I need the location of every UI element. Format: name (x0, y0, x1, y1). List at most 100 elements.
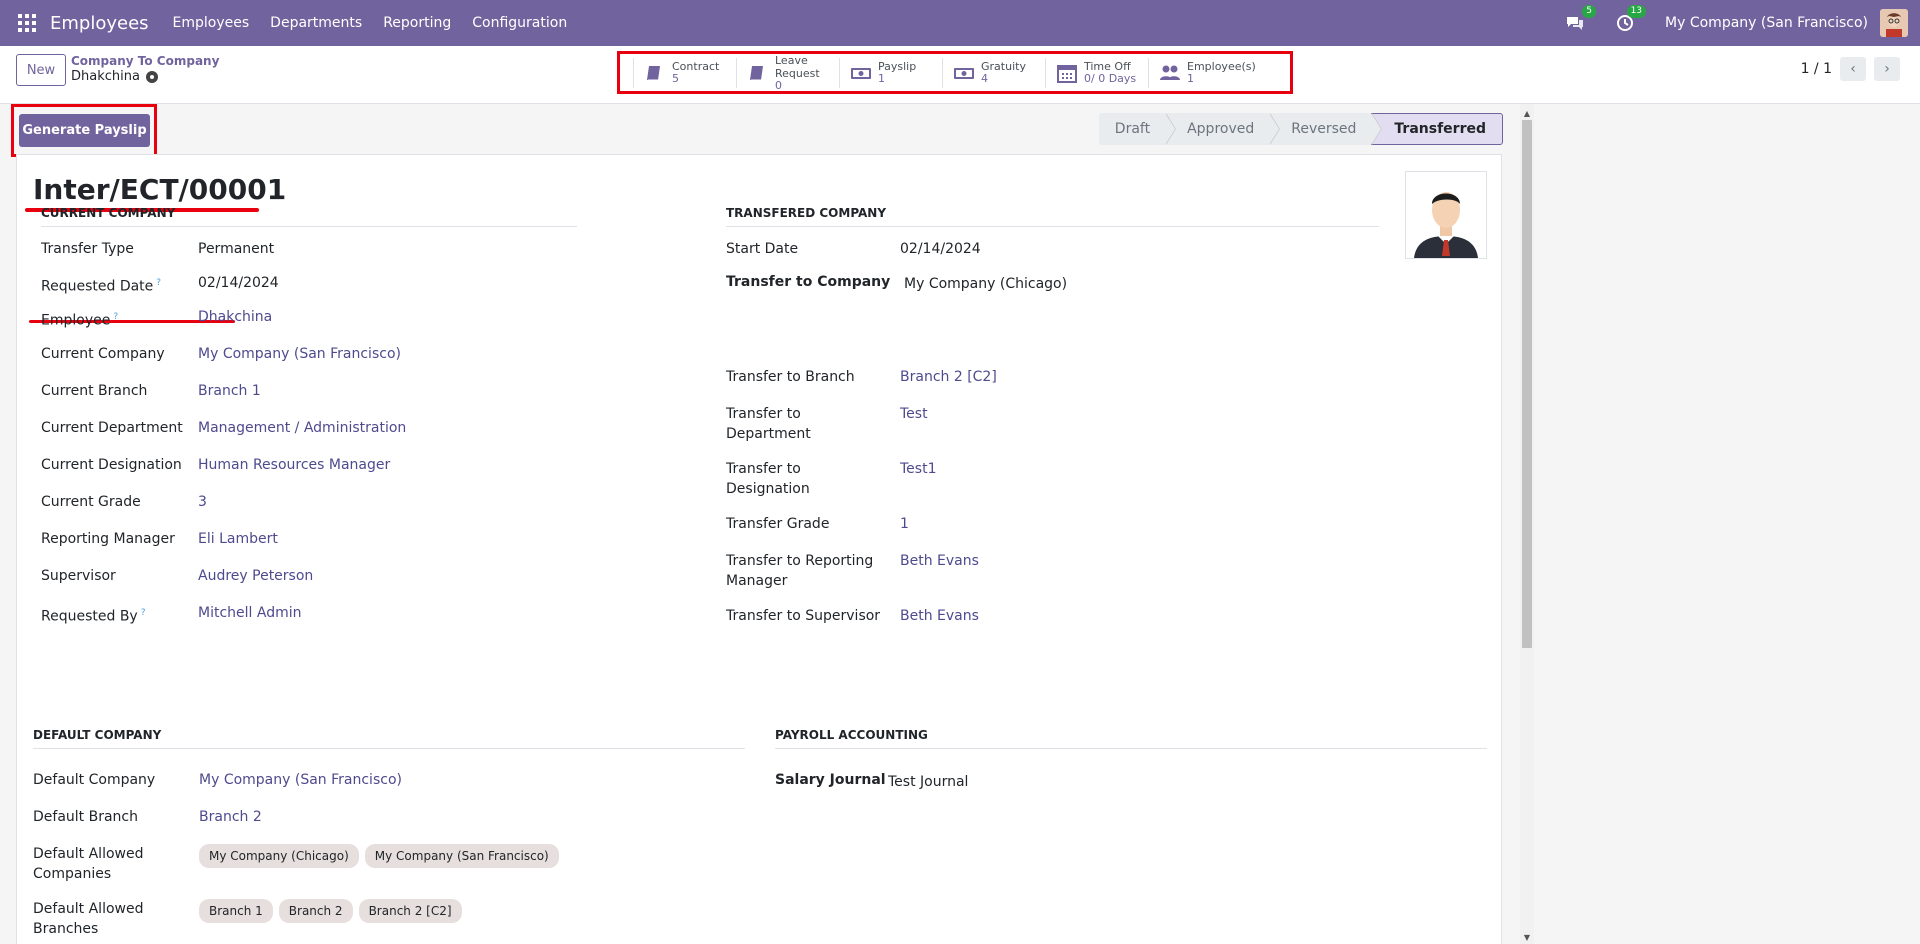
transfer-to-designation-label: Transfer to Designation (726, 461, 810, 497)
current-department-value[interactable]: Management / Administration (198, 418, 406, 438)
employees-label: Employee(s) (1187, 60, 1256, 73)
stage-transferred[interactable]: Transferred (1371, 113, 1503, 145)
leave-request-smart-button[interactable]: Leave Request 0 (736, 54, 839, 91)
transfer-to-branch-value[interactable]: Branch 2 [C2] (900, 367, 997, 387)
chevron-right-icon[interactable]: › (1874, 57, 1900, 81)
help-icon[interactable]: ? (156, 278, 161, 288)
default-company-value[interactable]: My Company (San Francisco) (199, 770, 402, 790)
reporting-manager-label: Reporting Manager (41, 531, 175, 547)
time-off-value: 0/ 0 Days (1084, 72, 1137, 85)
breadcrumb-current: Dhakchina (71, 69, 219, 84)
scroll-thumb[interactable] (1522, 120, 1532, 648)
default-allowed-companies-label: Default Allowed Companies (33, 846, 144, 882)
current-designation-value[interactable]: Human Resources Manager (198, 455, 390, 475)
requested-date-label-text: Requested Date (41, 278, 154, 295)
tag-chip[interactable]: Branch 1 (199, 899, 273, 923)
breadcrumb-current-label: Dhakchina (71, 69, 140, 84)
chevron-left-icon[interactable]: ‹ (1840, 57, 1866, 81)
transfer-to-supervisor-value[interactable]: Beth Evans (900, 606, 979, 626)
breadcrumb: Company To Company Dhakchina (71, 54, 219, 84)
employees-count: 1 (1187, 72, 1194, 85)
salary-journal-value[interactable]: Test Journal (888, 772, 968, 792)
smart-buttons-bar: Contract 5 Leave Request 0 Payslip 1 Gratui… (617, 51, 1293, 94)
help-icon[interactable]: ? (141, 608, 146, 618)
current-branch-label: Current Branch (41, 383, 148, 399)
contract-smart-button[interactable]: Contract 5 (633, 57, 736, 88)
start-date-value[interactable]: 02/14/2024 (900, 239, 981, 259)
default-allowed-companies-tags[interactable]: My Company (Chicago) My Company (San Fran… (199, 844, 565, 868)
messages-icon[interactable]: 5 (1565, 5, 1597, 33)
new-button[interactable]: New (16, 54, 66, 86)
supervisor-label: Supervisor (41, 568, 116, 584)
tag-chip[interactable]: My Company (Chicago) (199, 844, 359, 868)
requested-by-label-text: Requested By (41, 608, 138, 625)
default-allowed-branches-tags[interactable]: Branch 1 Branch 2 Branch 2 [C2] (199, 899, 468, 923)
employee-photo[interactable] (1405, 171, 1487, 259)
stage-draft[interactable]: Draft (1098, 113, 1177, 145)
activities-clock-icon[interactable]: 13 (1615, 5, 1647, 33)
transfer-to-designation-value[interactable]: Test1 (900, 459, 936, 479)
scroll-up-arrow-icon[interactable]: ▲ (1520, 106, 1534, 120)
menu-employees[interactable]: Employees (173, 15, 250, 31)
transfer-to-branch-label: Transfer to Branch (726, 369, 855, 385)
money-icon (851, 67, 871, 79)
generate-payslip-highlight: Generate Payslip (11, 104, 157, 157)
current-grade-value[interactable]: 3 (198, 492, 207, 512)
vertical-scrollbar[interactable]: ▲ ▼ (1520, 104, 1534, 944)
user-avatar[interactable] (1880, 9, 1908, 37)
transfer-to-supervisor-label: Transfer to Supervisor (726, 608, 881, 624)
employee-label-text: Employee (41, 312, 111, 329)
default-company-label: Default Company (33, 772, 156, 788)
transfer-to-department-value[interactable]: Test (900, 404, 928, 424)
tag-chip[interactable]: Branch 2 (278, 899, 353, 923)
book-icon (647, 65, 660, 80)
transfer-grade-value[interactable]: 1 (900, 514, 909, 534)
menu-reporting[interactable]: Reporting (383, 15, 451, 31)
book-icon (750, 65, 763, 80)
stage-approved[interactable]: Approved (1165, 113, 1281, 145)
current-company-label: Current Company (41, 346, 165, 362)
time-off-smart-button[interactable]: Time Off 0/ 0 Days (1045, 57, 1148, 88)
breadcrumb-parent[interactable]: Company To Company (71, 54, 219, 68)
help-icon[interactable]: ? (113, 312, 118, 322)
transfer-to-company-label: Transfer to Company (726, 274, 891, 290)
employees-smart-button[interactable]: Employee(s) 1 (1148, 57, 1256, 88)
users-icon (1160, 65, 1180, 80)
leave-request-label: Leave Request (775, 53, 820, 80)
menu-configuration[interactable]: Configuration (472, 15, 567, 31)
default-branch-value[interactable]: Branch 2 (199, 807, 262, 827)
control-panel: New Company To Company Dhakchina Contrac… (0, 46, 1920, 104)
pager-value[interactable]: 1 / 1 (1801, 61, 1832, 77)
generate-payslip-button[interactable]: Generate Payslip (19, 114, 150, 147)
company-switcher[interactable]: My Company (San Francisco) (1665, 15, 1868, 31)
requested-by-value[interactable]: Mitchell Admin (198, 603, 302, 623)
contract-label: Contract (672, 60, 720, 73)
transfer-to-company-value[interactable]: My Company (Chicago) (904, 274, 1067, 294)
transfer-grade-label: Transfer Grade (726, 516, 830, 532)
messages-count-badge: 5 (1582, 5, 1597, 18)
menu-departments[interactable]: Departments (270, 15, 362, 31)
default-company-section-title: DEFAULT COMPANY (33, 728, 745, 749)
tag-chip[interactable]: My Company (San Francisco) (364, 844, 559, 868)
requested-date-label: Requested Date? (41, 273, 161, 297)
tag-chip[interactable]: Branch 2 [C2] (358, 899, 462, 923)
payslip-count: 1 (878, 72, 885, 85)
employee-value[interactable]: Dhakchina (198, 307, 272, 327)
scroll-down-arrow-icon[interactable]: ▼ (1520, 930, 1534, 944)
transfer-to-reporting-manager-value[interactable]: Beth Evans (900, 551, 979, 571)
app-grid-icon[interactable] (18, 14, 36, 32)
requested-date-value[interactable]: 02/14/2024 (198, 273, 279, 293)
salary-journal-label: Salary Journal (775, 772, 886, 788)
app-brand[interactable]: Employees (50, 13, 149, 34)
gratuity-smart-button[interactable]: Gratuity 4 (942, 57, 1045, 88)
current-branch-value[interactable]: Branch 1 (198, 381, 261, 401)
form-sheet: Inter/ECT/00001 CURRENT COMPANY Transfer… (16, 154, 1502, 944)
stage-reversed[interactable]: Reversed (1269, 113, 1383, 145)
current-company-value[interactable]: My Company (San Francisco) (198, 344, 401, 364)
payslip-smart-button[interactable]: Payslip 1 (839, 57, 942, 88)
current-department-label: Current Department (41, 420, 183, 436)
top-navbar: Employees Employees Departments Reportin… (0, 0, 1920, 46)
supervisor-value[interactable]: Audrey Peterson (198, 566, 313, 586)
gear-icon[interactable] (145, 70, 158, 83)
reporting-manager-value[interactable]: Eli Lambert (198, 529, 278, 549)
